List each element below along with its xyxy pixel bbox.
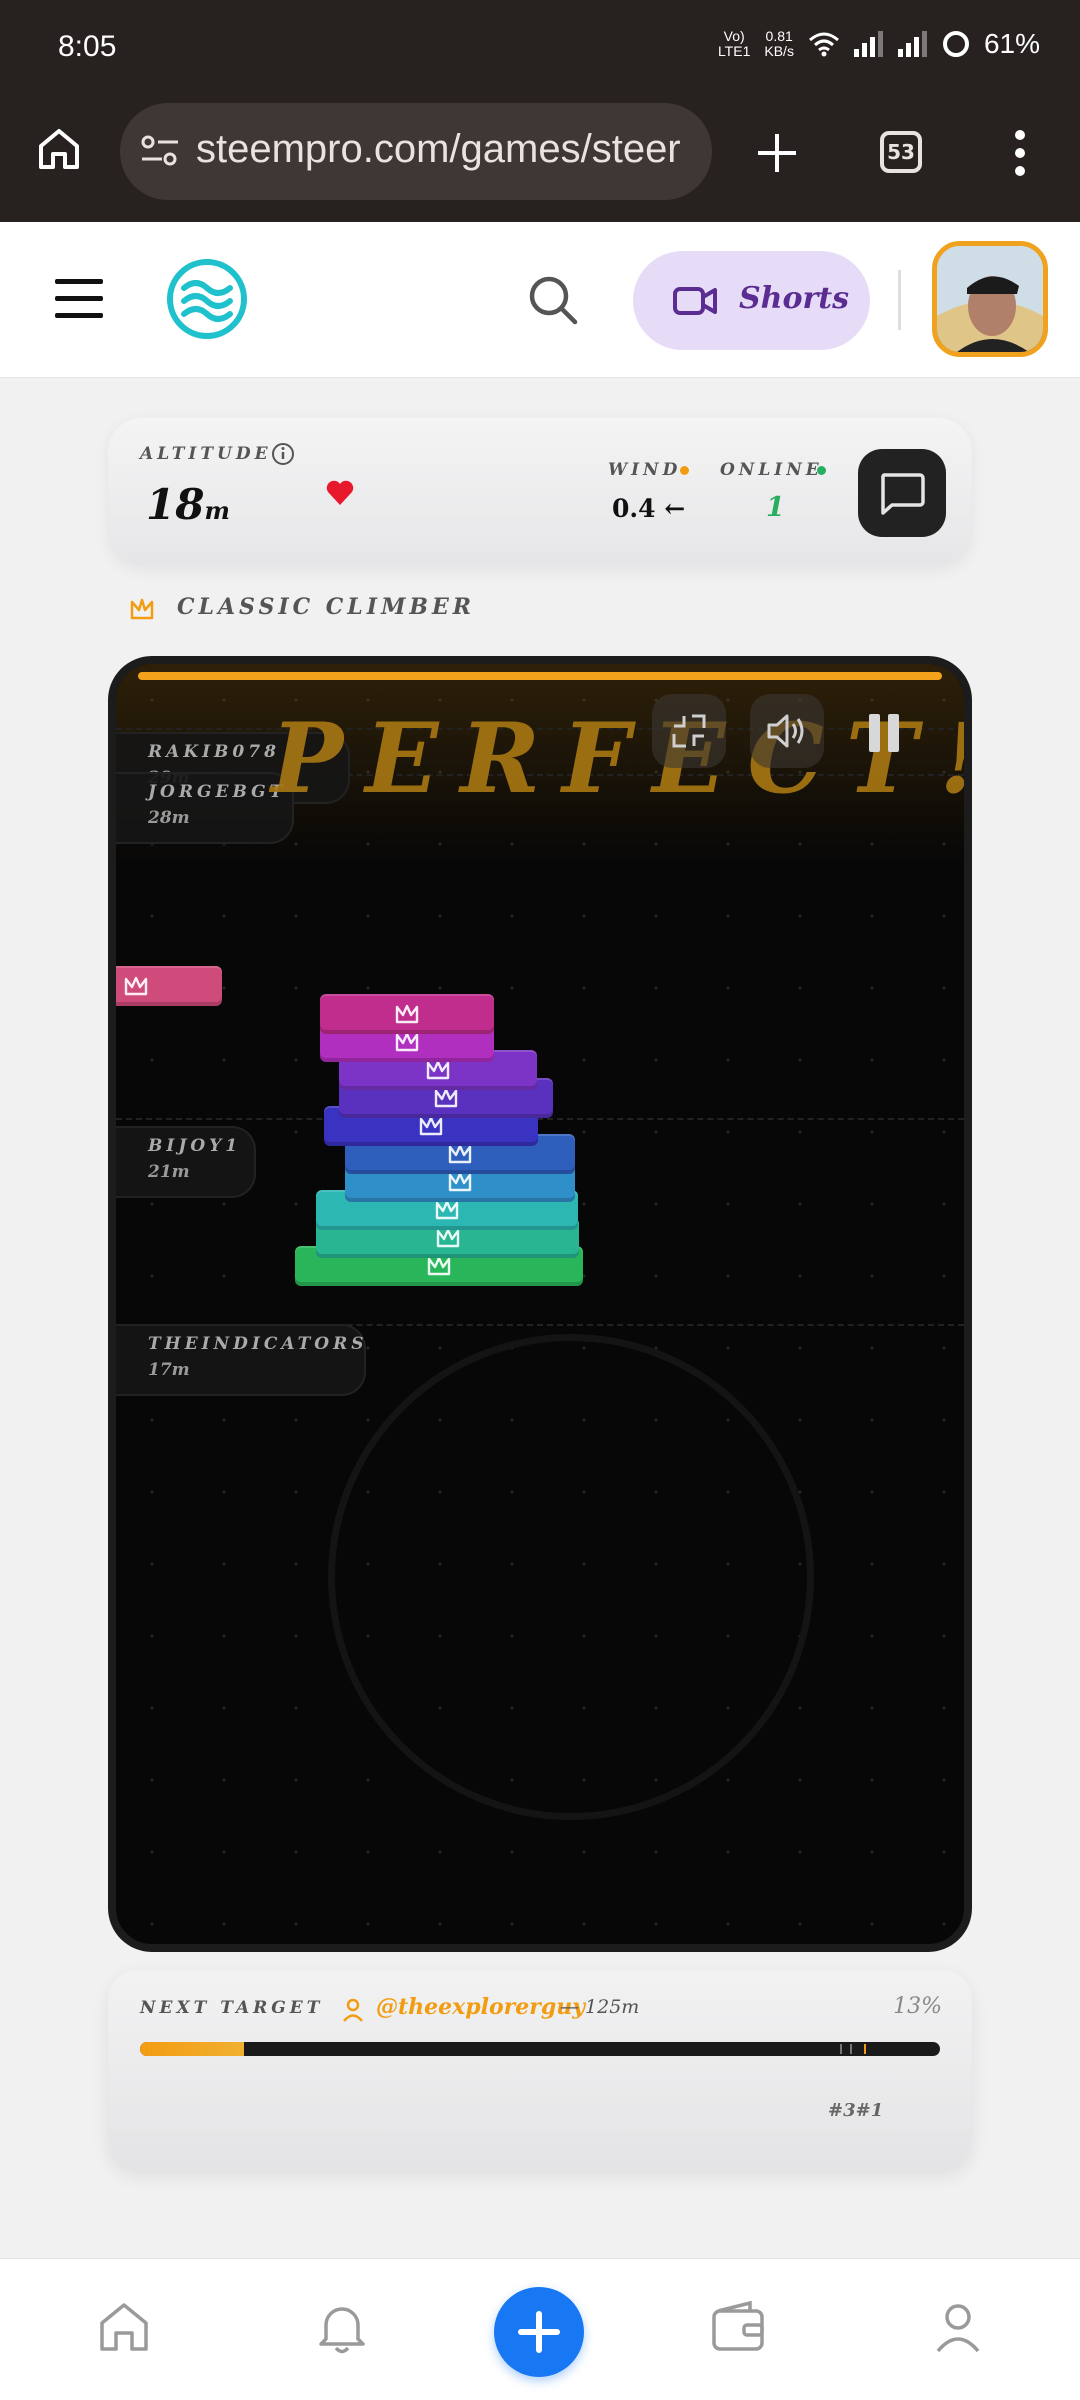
create-post-button[interactable] (494, 2287, 584, 2377)
hamburger-menu-icon[interactable] (55, 277, 103, 321)
next-target-card: NEXT TARGET @theexplorerguy — 125m 13% #… (108, 1970, 972, 2170)
stats-card: ALTITUDE 18m WIND 0.4 ← ONLINE 1 (108, 418, 972, 566)
sound-button[interactable] (750, 694, 824, 768)
heart-icon (326, 480, 354, 505)
player-marker: JORGEBGT 28m (116, 772, 294, 844)
browser-toolbar: steempro.com/games/steer 53 (0, 100, 1080, 222)
target-username[interactable]: @theexplorerguy (376, 1994, 585, 2020)
status-icons: Vo) LTE1 0.81 KB/s 61% (718, 28, 1040, 60)
info-icon[interactable] (271, 442, 295, 466)
nav-wallet-icon[interactable] (706, 2295, 770, 2359)
status-time: 8:05 (58, 30, 117, 63)
wind-value: 0.4 ← (612, 494, 686, 523)
signal-icon (853, 31, 883, 57)
plus-icon (518, 2311, 560, 2353)
network-speed: 0.81 KB/s (764, 28, 794, 59)
moving-block (116, 966, 222, 1006)
nav-notifications-icon[interactable] (310, 2295, 374, 2359)
wind-label: WIND (608, 460, 682, 480)
player-marker: BIJOY1 21m (116, 1126, 256, 1198)
volume-icon (767, 714, 804, 748)
signal-icon-2 (897, 31, 927, 57)
user-avatar[interactable] (932, 241, 1048, 357)
more-menu-icon[interactable] (1010, 128, 1030, 178)
user-icon (343, 1998, 363, 2022)
altitude-value: 18m (146, 480, 230, 529)
header-divider (898, 270, 901, 330)
address-bar[interactable]: steempro.com/games/steer (120, 103, 712, 200)
site-settings-icon[interactable] (140, 133, 180, 169)
progress-tick (864, 2044, 866, 2054)
online-value: 1 (766, 492, 785, 523)
next-target-label: NEXT TARGET (140, 1998, 324, 2018)
tab-switcher-button[interactable]: 53 (880, 131, 922, 173)
target-distance: — 125m (560, 1996, 640, 2018)
canvas-accent-line (138, 672, 942, 680)
exit-fullscreen-icon (672, 714, 706, 748)
rank-indicator: #3#1 (828, 2100, 884, 2121)
battery-percent: 61% (983, 28, 1040, 59)
crown-icon (130, 598, 154, 620)
target-progress-percent: 13% (893, 1994, 942, 2019)
wind-indicator-dot (680, 466, 689, 475)
site-header: Shorts (0, 222, 1080, 378)
video-camera-icon (673, 287, 717, 315)
avatar-photo (937, 246, 1043, 352)
tower-block (320, 994, 494, 1034)
wifi-icon (808, 32, 839, 57)
target-progress-fill (140, 2042, 244, 2056)
nav-home-icon[interactable] (92, 2295, 156, 2359)
game-mode-label: CLASSIC CLIMBER (177, 594, 476, 620)
search-icon[interactable] (527, 274, 579, 326)
chat-bubble-icon (881, 473, 925, 515)
aim-ring (328, 1334, 814, 1820)
network-indicator: Vo) LTE1 (717, 28, 751, 59)
game-canvas[interactable]: RAKIB07829m JORGEBGT28m BIJOY121m THEIND… (108, 656, 972, 1952)
target-progress-bar (140, 2042, 940, 2056)
chat-button[interactable] (858, 449, 946, 537)
home-icon[interactable] (36, 126, 82, 172)
progress-tick (850, 2044, 852, 2054)
status-bar: 8:05 Vo) LTE1 0.81 KB/s 61% (0, 0, 1080, 100)
url-text: steempro.com/games/steer (196, 127, 681, 171)
altitude-label: ALTITUDE (140, 444, 272, 464)
battery-icon (942, 31, 969, 57)
bottom-navigation (0, 2258, 1080, 2400)
online-label: ONLINE (720, 460, 823, 480)
pause-icon[interactable] (867, 714, 901, 752)
height-line (116, 1118, 964, 1120)
nav-profile-icon[interactable] (926, 2295, 990, 2359)
steem-logo-icon[interactable] (166, 258, 248, 340)
fullscreen-button[interactable] (652, 694, 726, 768)
player-marker: THEINDICATORS 17m (116, 1324, 366, 1396)
online-indicator-dot (817, 466, 826, 475)
progress-tick (840, 2044, 842, 2054)
shorts-button[interactable]: Shorts (633, 251, 870, 350)
new-tab-icon[interactable] (754, 130, 800, 176)
shorts-label: Shorts (739, 281, 850, 316)
